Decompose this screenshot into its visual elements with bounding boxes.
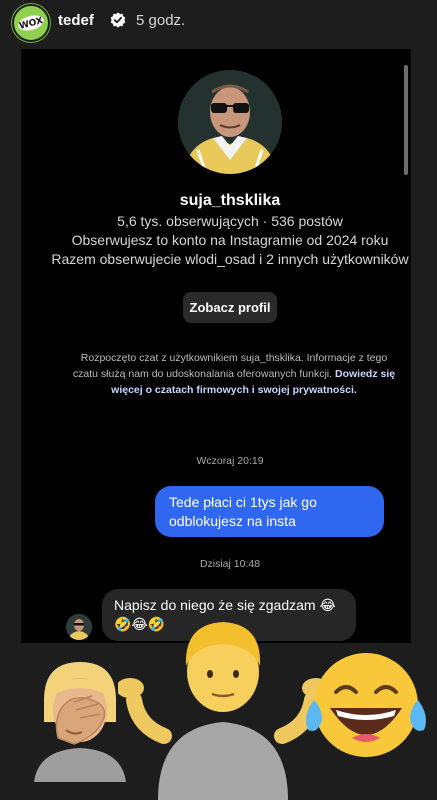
scrollbar[interactable] (404, 65, 408, 175)
profile-photo[interactable] (178, 70, 282, 174)
story-avatar[interactable]: WOX (12, 4, 50, 42)
message-timestamp: Wczoraj 20:19 (196, 455, 264, 467)
story-timestamp: 5 godz. (136, 12, 186, 29)
chat-screenshot: suja_thsklika 5,6 tys. obserwujących · 5… (21, 49, 411, 643)
sender-avatar-art (66, 614, 92, 640)
verified-badge-icon (110, 12, 126, 28)
message-timestamp: Dzisiaj 10:48 (199, 558, 261, 570)
facepalm-emoji-icon (34, 662, 126, 782)
sender-avatar[interactable] (66, 614, 92, 640)
story-username[interactable]: tedef (58, 12, 94, 29)
follow-since-text: Obserwujesz to konto na Instagramie od 2… (71, 232, 389, 248)
profile-stats: 5,6 tys. obserwujących · 536 postów (117, 213, 343, 229)
shrug-emoji-icon (118, 622, 328, 800)
sent-message-bubble[interactable]: Tede płaci ci 1tys jak go odblokujesz na… (155, 486, 384, 537)
view-profile-button[interactable]: Zobacz profil (183, 292, 277, 323)
wox-logo-icon: WOX (15, 7, 47, 39)
story-header: WOX tedef 5 godz. (0, 0, 437, 44)
mutual-followers-text: Razem obserwujecie wlodi_osad i 2 innych… (51, 251, 409, 267)
profile-username: suja_thsklika (179, 192, 281, 209)
profile-photo-art (178, 70, 282, 174)
chat-info-notice: Rozpoczęto czat z użytkownikiem suja_ths… (69, 350, 399, 398)
laughing-tears-emoji-icon (306, 653, 426, 757)
